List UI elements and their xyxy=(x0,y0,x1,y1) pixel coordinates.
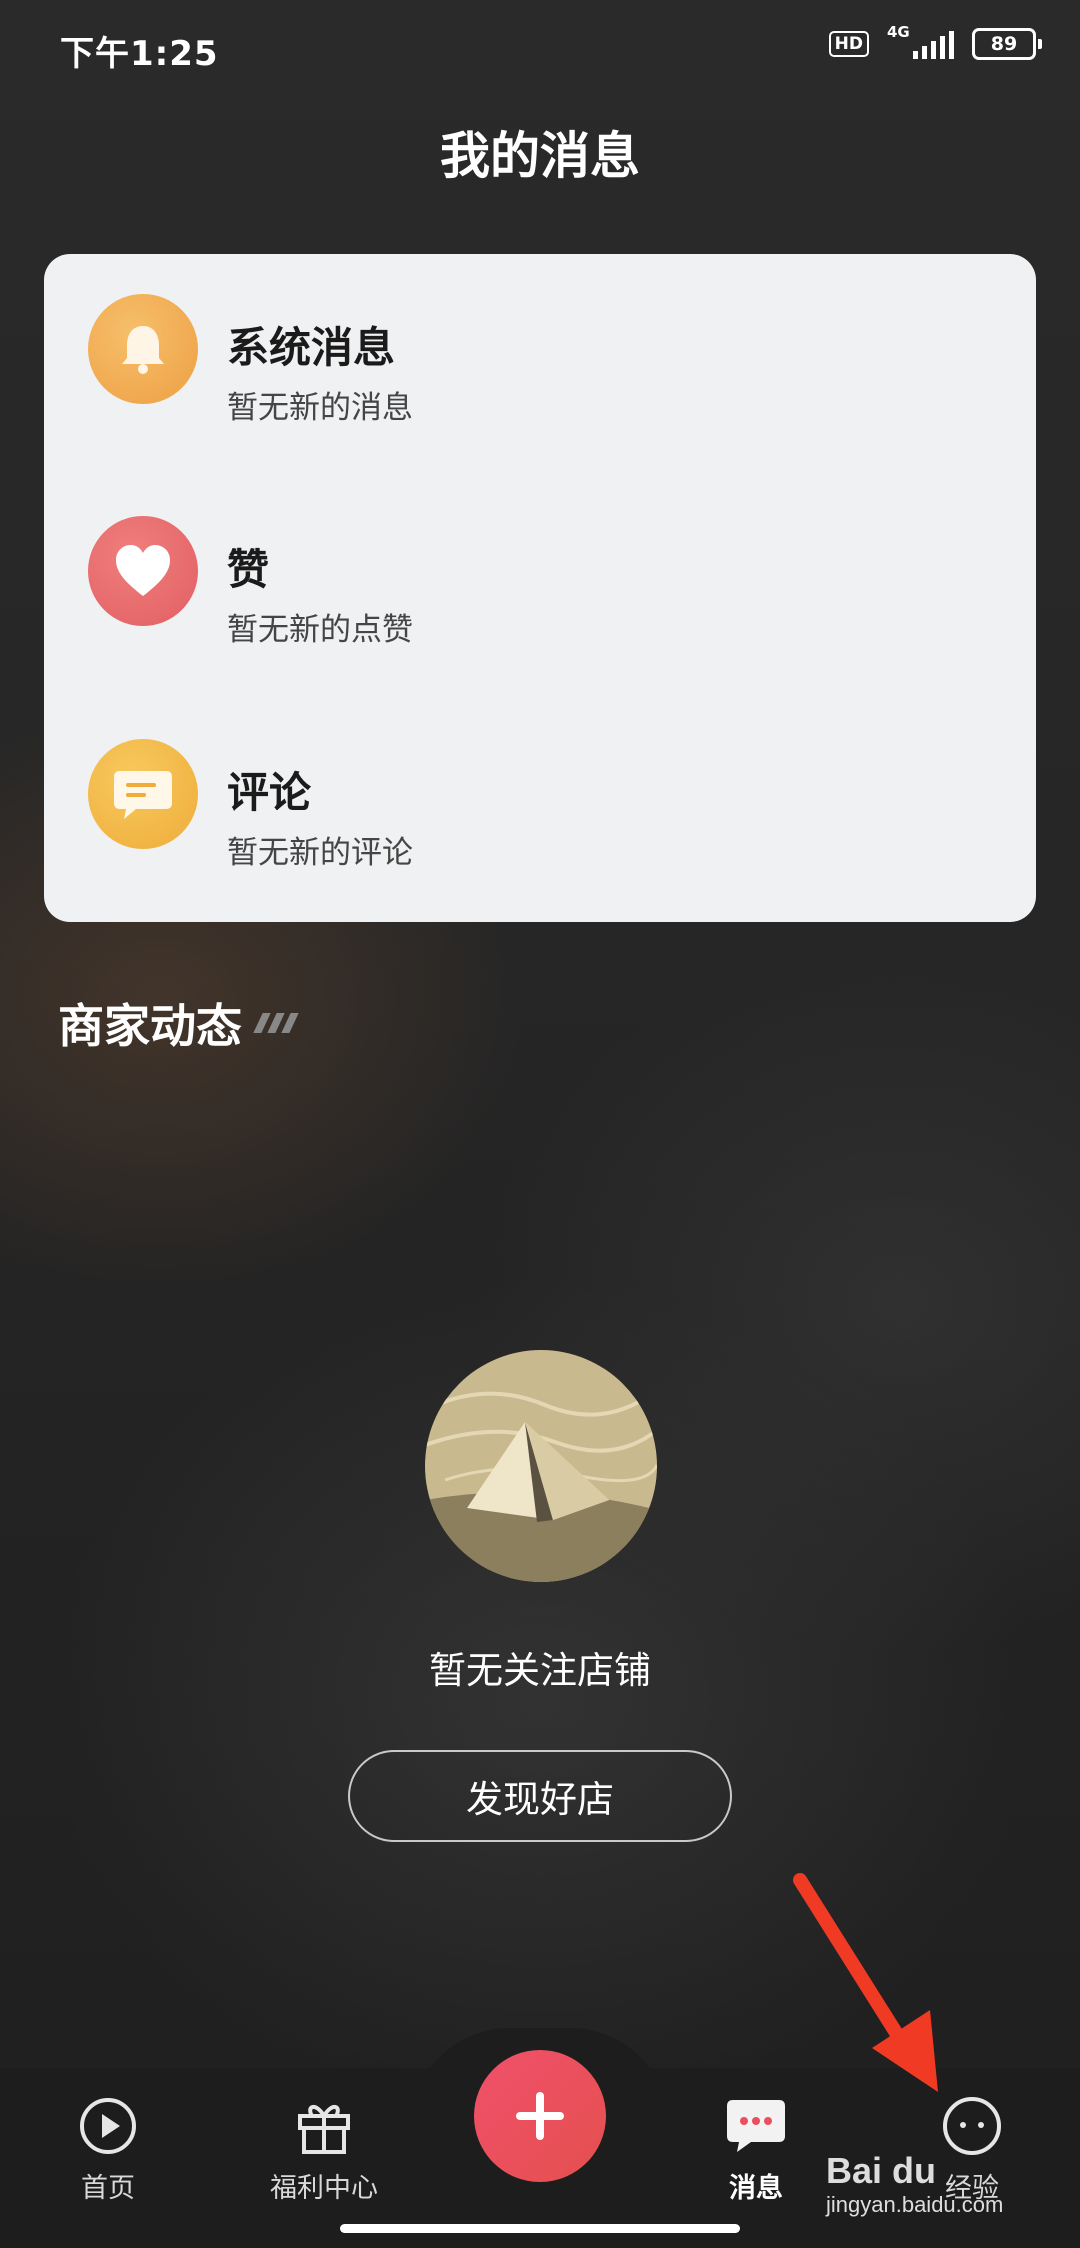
likes-row[interactable]: 赞 暂无新的点赞 xyxy=(44,476,1036,676)
comments-subtitle: 暂无新的评论 xyxy=(227,835,413,871)
watermark-logo: Bai du xyxy=(826,2150,937,2191)
comments-row[interactable]: 评论 暂无新的评论 xyxy=(44,699,1036,899)
system-message-row[interactable]: 系统消息 暂无新的消息 xyxy=(44,254,1036,454)
smiley-face-icon xyxy=(892,2094,1052,2158)
bell-icon xyxy=(88,294,198,404)
gift-icon xyxy=(244,2094,404,2158)
page-title: 我的消息 xyxy=(440,127,640,185)
battery-level: 89 xyxy=(972,28,1036,60)
baidu-watermark: Bai du jingyan.baidu.com xyxy=(826,2150,1076,2240)
discover-shops-button[interactable]: 发现好店 xyxy=(348,1750,732,1842)
message-bubble-icon xyxy=(676,2094,836,2158)
merchant-section-label: 商家动态 xyxy=(58,999,242,1053)
tab-home-label: 首页 xyxy=(81,2173,135,2204)
tab-home[interactable]: 首页 xyxy=(28,2094,188,2205)
likes-title: 赞 xyxy=(227,545,270,594)
play-circle-icon xyxy=(28,2094,188,2158)
empty-state-text: 暂无关注店铺 xyxy=(429,1649,651,1692)
plus-icon xyxy=(516,2092,564,2140)
hd-badge: HD xyxy=(828,31,869,57)
battery-icon: 89 xyxy=(972,28,1042,60)
home-indicator[interactable] xyxy=(340,2224,740,2233)
status-time: 下午1:25 xyxy=(60,34,219,74)
watermark-url: jingyan.baidu.com xyxy=(826,2192,1004,2217)
likes-subtitle: 暂无新的点赞 xyxy=(227,612,413,648)
annotation-arrow-icon xyxy=(793,1873,938,2092)
empty-tent-illustration xyxy=(425,1350,657,1582)
heart-icon xyxy=(88,516,198,626)
tab-messages-label: 消息 xyxy=(729,2173,783,2204)
comment-icon xyxy=(88,739,198,849)
system-message-subtitle: 暂无新的消息 xyxy=(227,390,413,426)
network-type-label: 4G xyxy=(887,23,910,41)
system-message-title: 系统消息 xyxy=(227,323,396,372)
tab-welfare-label: 福利中心 xyxy=(270,2173,378,2204)
decorative-slashes-icon xyxy=(253,1013,299,1033)
tab-welfare[interactable]: 福利中心 xyxy=(244,2094,404,2205)
status-icons: HD 4G 89 xyxy=(828,23,1042,60)
message-card: 系统消息 暂无新的消息 赞 暂无新的点赞 评论 暂无新的评论 xyxy=(44,254,1036,922)
publish-plus-button[interactable] xyxy=(474,2050,606,2182)
cellular-signal-icon: 4G xyxy=(887,23,954,59)
comments-title: 评论 xyxy=(227,768,312,817)
tab-messages[interactable]: 消息 xyxy=(676,2094,836,2205)
status-bar: 下午1:25 HD 4G 89 xyxy=(0,0,1080,96)
merchant-section-title: 商家动态 xyxy=(58,990,299,1056)
